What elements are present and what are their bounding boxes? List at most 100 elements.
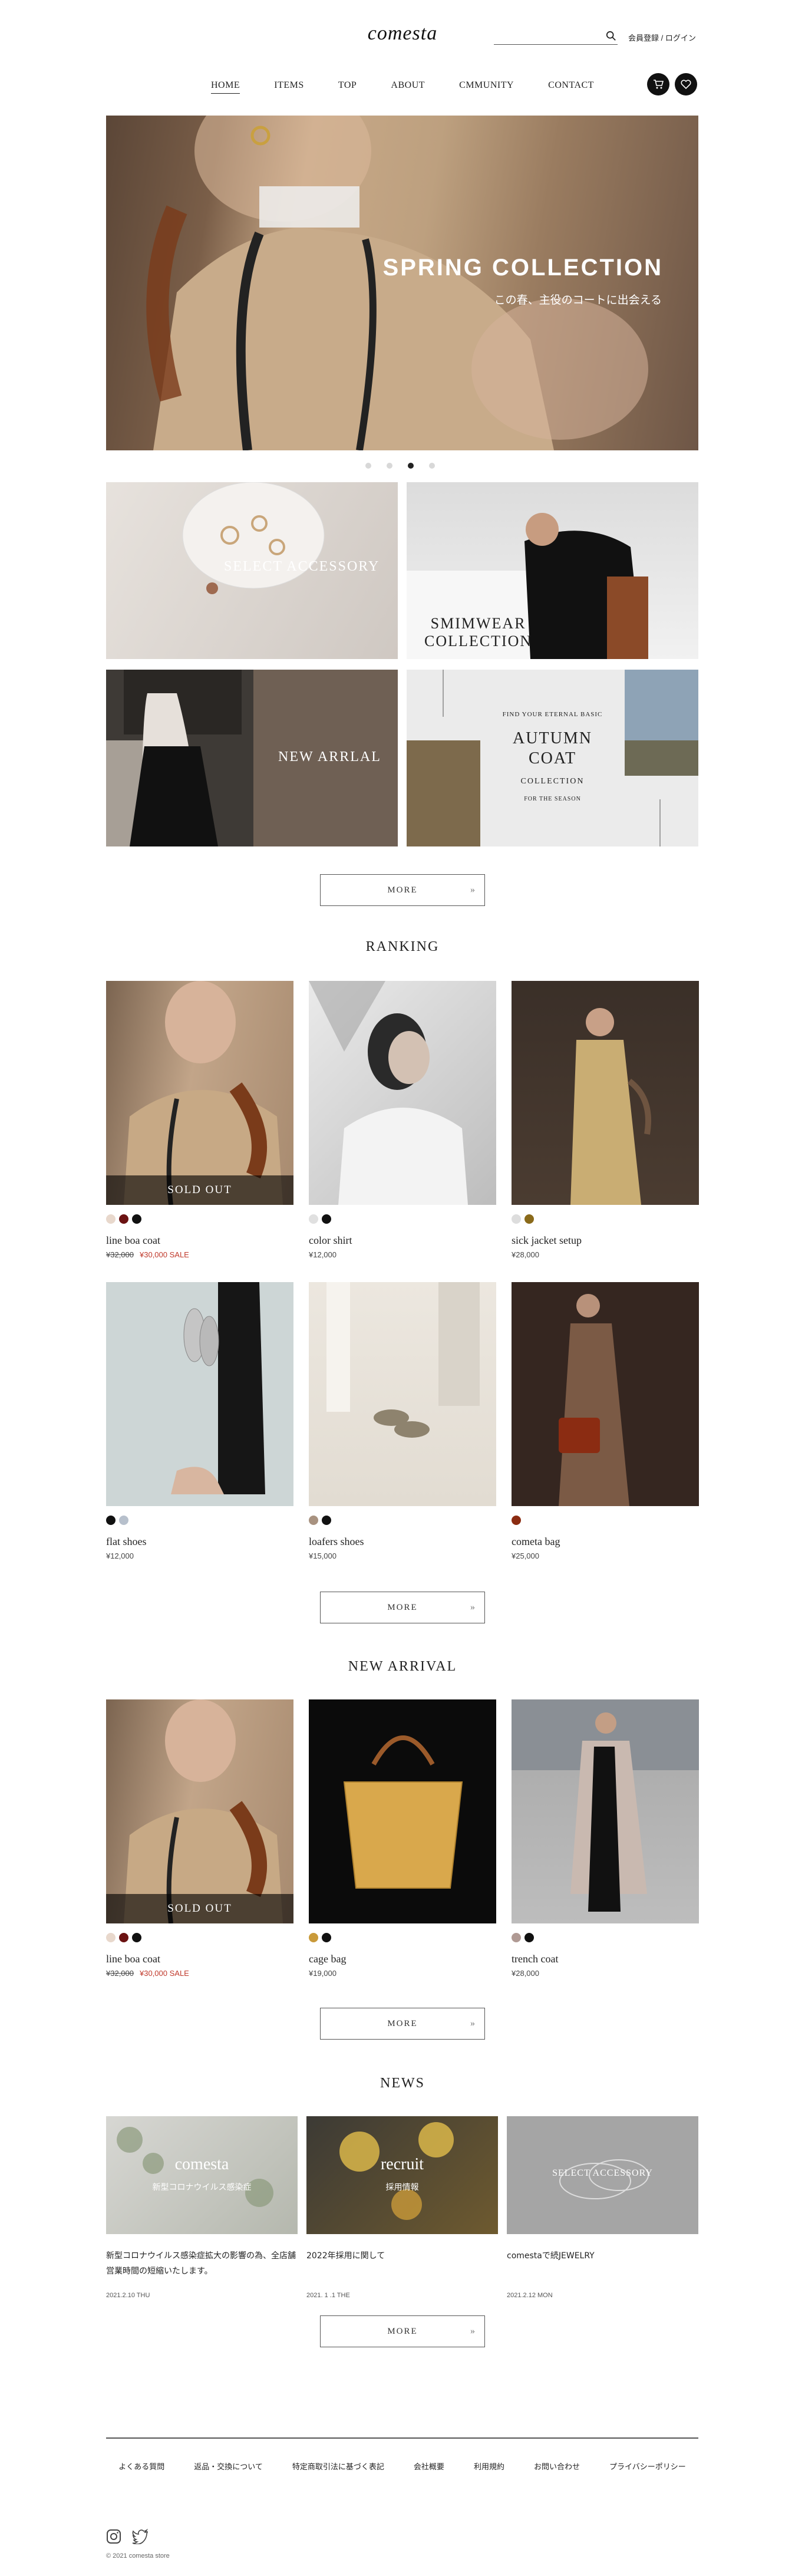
autumn-collection: COLLECTION xyxy=(520,777,585,786)
product-card[interactable]: loafers shoes ¥15,000 xyxy=(309,1282,496,1560)
product-price: ¥12,000 xyxy=(106,1551,134,1560)
nav-items[interactable]: ITEMS xyxy=(274,80,304,94)
news-image[interactable]: comesta 新型コロナウイルス感染症 xyxy=(106,2116,298,2234)
product-image[interactable] xyxy=(309,1699,496,1923)
favorite-button[interactable] xyxy=(675,73,697,95)
product-image[interactable] xyxy=(309,1282,496,1506)
more-button-top[interactable]: MORE » xyxy=(320,874,485,906)
product-image[interactable] xyxy=(512,1282,699,1506)
color-swatches xyxy=(309,1516,496,1525)
product-name[interactable]: loafers shoes xyxy=(309,1536,496,1548)
news-headline[interactable]: 新型コロナウイルス感染症拡大の影響の為、全店舗営業時間の短縮いたします。 xyxy=(106,2248,298,2279)
product-image[interactable]: SOLD OUT xyxy=(106,981,293,1205)
cart-button[interactable] xyxy=(647,73,669,95)
product-card[interactable]: sick jacket setup ¥28,000 xyxy=(512,981,699,1259)
instagram-icon[interactable] xyxy=(106,2529,121,2544)
product-name[interactable]: flat shoes xyxy=(106,1536,293,1548)
product-price: ¥28,000 xyxy=(512,1969,539,1978)
color-swatch[interactable] xyxy=(309,1933,318,1942)
more-button-ranking[interactable]: MORE » xyxy=(320,1592,485,1623)
product-name[interactable]: sick jacket setup xyxy=(512,1234,699,1247)
product-image[interactable]: SOLD OUT xyxy=(106,1699,293,1923)
news-item[interactable]: SELECT ACCESSORY comestaで続JEWELRY 2021.2… xyxy=(507,2116,698,2299)
search-bar[interactable] xyxy=(494,28,618,45)
product-image[interactable] xyxy=(512,1699,699,1923)
product-card[interactable]: cage bag ¥19,000 xyxy=(309,1699,496,1978)
autumn-top: FIND YOUR ETERNAL BASIC xyxy=(502,711,603,718)
news-headline[interactable]: 2022年採用に関して xyxy=(306,2248,498,2264)
color-swatch[interactable] xyxy=(119,1214,128,1224)
news-headline[interactable]: comestaで続JEWELRY xyxy=(507,2248,698,2264)
old-price: ¥32,000 xyxy=(106,1250,134,1259)
slide-dot[interactable] xyxy=(387,463,392,469)
product-card[interactable]: cometa bag ¥25,000 xyxy=(512,1282,699,1560)
autumn-title-line2: COAT xyxy=(528,749,577,767)
banner-accessory[interactable]: SELECT ACCESSORY xyxy=(106,482,398,659)
product-image[interactable] xyxy=(106,1282,293,1506)
product-name[interactable]: cage bag xyxy=(309,1953,496,1965)
nav-contact[interactable]: CONTACT xyxy=(548,80,594,94)
news-image[interactable]: SELECT ACCESSORY xyxy=(507,2116,698,2234)
footer-link-faq[interactable]: よくある質問 xyxy=(118,2460,164,2472)
footer-link-legal[interactable]: 特定商取引法に基づく表記 xyxy=(292,2460,384,2472)
footer-link-company[interactable]: 会社概要 xyxy=(414,2460,444,2472)
color-swatch[interactable] xyxy=(106,1933,116,1942)
product-name[interactable]: trench coat xyxy=(512,1953,699,1965)
color-swatch[interactable] xyxy=(512,1516,521,1525)
slide-dot[interactable] xyxy=(429,463,435,469)
twitter-icon[interactable] xyxy=(132,2529,149,2544)
color-swatch[interactable] xyxy=(132,1933,141,1942)
nav-about[interactable]: ABOUT xyxy=(391,80,425,94)
hero-slider[interactable]: SPRING COLLECTION この春、主役のコートに出会える xyxy=(106,116,698,450)
color-swatches xyxy=(106,1933,293,1942)
color-swatch[interactable] xyxy=(106,1214,116,1224)
nav-top[interactable]: TOP xyxy=(338,80,357,94)
nav-community[interactable]: CMMUNITY xyxy=(459,80,514,94)
slide-dot-active[interactable] xyxy=(408,463,414,469)
product-image[interactable] xyxy=(309,981,496,1205)
product-card[interactable]: trench coat ¥28,000 xyxy=(512,1699,699,1978)
product-image[interactable] xyxy=(512,981,699,1205)
color-swatch[interactable] xyxy=(309,1516,318,1525)
product-photo xyxy=(124,1699,283,1923)
color-swatch[interactable] xyxy=(106,1516,116,1525)
color-swatch[interactable] xyxy=(119,1516,128,1525)
footer-link-contact[interactable]: お問い合わせ xyxy=(534,2460,580,2472)
product-card[interactable]: flat shoes ¥12,000 xyxy=(106,1282,293,1560)
product-card[interactable]: color shirt ¥12,000 xyxy=(309,981,496,1259)
color-swatch[interactable] xyxy=(322,1933,331,1942)
color-swatch[interactable] xyxy=(132,1214,141,1224)
color-swatch[interactable] xyxy=(512,1933,521,1942)
search-icon[interactable] xyxy=(606,31,616,41)
color-swatch[interactable] xyxy=(119,1933,128,1942)
banner-new-arrival[interactable]: NEW ARRLAL xyxy=(106,670,398,846)
news-item[interactable]: recruit 採用情報 2022年採用に関して 2021. 1 .1 THE xyxy=(306,2116,498,2299)
search-input[interactable] xyxy=(494,28,594,44)
more-button-new-arrival[interactable]: MORE » xyxy=(320,2008,485,2040)
banner-autumn-coat[interactable]: FIND YOUR ETERNAL BASIC AUTUMN COAT COLL… xyxy=(407,670,698,846)
news-image[interactable]: recruit 採用情報 xyxy=(306,2116,498,2234)
product-card[interactable]: SOLD OUT line boa coat ¥32,000 ¥30,000 SA… xyxy=(106,1699,293,1978)
news-image-subtitle: 採用情報 xyxy=(385,2183,419,2192)
product-card[interactable]: SOLD OUT line boa coat ¥32,000 ¥30,000 SA… xyxy=(106,981,293,1259)
footer-link-returns[interactable]: 返品・交換について xyxy=(194,2460,263,2472)
color-swatch[interactable] xyxy=(309,1214,318,1224)
color-swatch[interactable] xyxy=(322,1214,331,1224)
slide-dot[interactable] xyxy=(365,463,371,469)
banner-swimwear-line2: COLLECTION xyxy=(424,633,533,650)
footer-link-privacy[interactable]: プライバシーポリシー xyxy=(609,2460,686,2472)
more-button-news[interactable]: MORE » xyxy=(320,2315,485,2347)
product-name[interactable]: line boa coat xyxy=(106,1953,293,1965)
banner-swimwear[interactable]: SMIMWEAR COLLECTION xyxy=(407,482,698,659)
product-name[interactable]: line boa coat xyxy=(106,1234,293,1247)
nav-home[interactable]: HOME xyxy=(211,80,240,94)
login-link[interactable]: 会員登録 / ログイン xyxy=(628,32,696,43)
news-item[interactable]: comesta 新型コロナウイルス感染症 新型コロナウイルス感染症拡大の影響の為… xyxy=(106,2116,298,2299)
color-swatch[interactable] xyxy=(524,1214,534,1224)
product-name[interactable]: cometa bag xyxy=(512,1536,699,1548)
color-swatch[interactable] xyxy=(322,1516,331,1525)
product-name[interactable]: color shirt xyxy=(309,1234,496,1247)
footer-link-terms[interactable]: 利用規約 xyxy=(474,2460,504,2472)
color-swatch[interactable] xyxy=(524,1933,534,1942)
color-swatch[interactable] xyxy=(512,1214,521,1224)
